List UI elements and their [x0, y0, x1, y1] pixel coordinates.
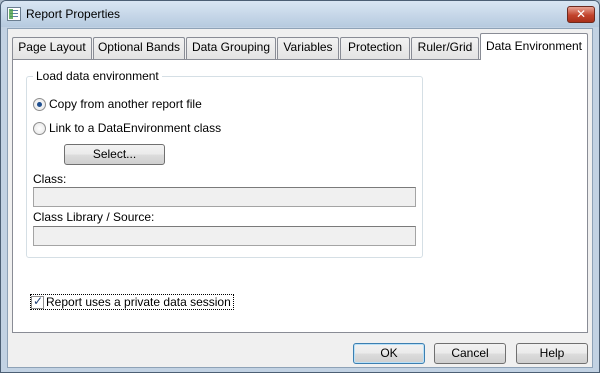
radio-button-selected[interactable] [33, 97, 46, 111]
select-button[interactable]: Select... [64, 144, 165, 165]
radio-button-unselected[interactable] [33, 121, 46, 135]
window-title: Report Properties [26, 7, 121, 21]
tab-optional-bands[interactable]: Optional Bands [93, 37, 185, 59]
tab-variables[interactable]: Variables [277, 37, 339, 59]
radio-copy-from-report[interactable]: Copy from another report file [33, 96, 202, 112]
data-environment-panel: Load data environment Copy from another … [12, 59, 588, 333]
tab-data-grouping[interactable]: Data Grouping [186, 37, 276, 59]
report-properties-window: Report Properties ✕ Page Layout Optional… [0, 0, 600, 373]
radio-copy-label: Copy from another report file [49, 97, 202, 111]
close-icon: ✕ [575, 7, 587, 21]
report-properties-icon [7, 7, 21, 21]
help-button[interactable]: Help [516, 343, 588, 364]
class-field[interactable] [33, 187, 416, 207]
close-button[interactable]: ✕ [567, 6, 595, 23]
radio-link-dataenvironment[interactable]: Link to a DataEnvironment class [33, 120, 221, 136]
checkbox-checked[interactable] [31, 294, 44, 309]
dialog-body: Page Layout Optional Bands Data Grouping… [7, 28, 593, 368]
group-title: Load data environment [33, 69, 162, 83]
tab-ruler-grid[interactable]: Ruler/Grid [411, 37, 479, 59]
ok-button[interactable]: OK [353, 343, 425, 364]
private-data-session-checkbox[interactable]: Report uses a private data session [30, 294, 234, 310]
class-label: Class: [33, 172, 67, 186]
title-bar[interactable]: Report Properties ✕ [1, 1, 599, 27]
tab-page-layout[interactable]: Page Layout [12, 37, 92, 59]
class-library-field[interactable] [33, 226, 416, 246]
private-data-session-label: Report uses a private data session [46, 295, 231, 309]
class-library-label: Class Library / Source: [33, 210, 155, 224]
tab-data-environment[interactable]: Data Environment [480, 33, 588, 60]
load-data-environment-group: Load data environment Copy from another … [26, 69, 423, 258]
tab-strip: Page Layout Optional Bands Data Grouping… [12, 33, 588, 60]
tab-protection[interactable]: Protection [340, 37, 410, 59]
cancel-button[interactable]: Cancel [434, 343, 506, 364]
radio-link-label: Link to a DataEnvironment class [49, 121, 222, 135]
